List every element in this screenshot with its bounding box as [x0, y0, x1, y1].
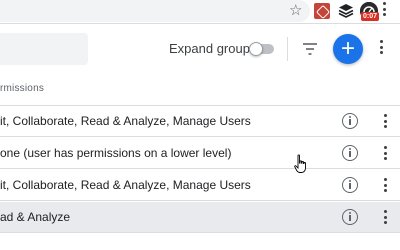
table-row[interactable]: one (user has permissions on a lower lev…: [0, 138, 400, 169]
layers-extension-icon[interactable]: [338, 3, 354, 19]
row-more-icon[interactable]: [384, 146, 388, 160]
hand-cursor-icon: [294, 154, 306, 173]
info-icon[interactable]: [342, 177, 358, 193]
expand-groups-label: Expand groups: [169, 41, 257, 56]
row-more-icon[interactable]: [384, 178, 388, 192]
info-icon[interactable]: [342, 145, 358, 161]
row-permissions-text: it, Collaborate, Read & Analyze, Manage …: [0, 114, 251, 128]
plus-icon: +: [340, 35, 355, 62]
filter-icon[interactable]: [301, 40, 319, 58]
divider: [287, 37, 288, 61]
row-permissions-text: it, Collaborate, Read & Analyze, Manage …: [0, 178, 251, 192]
star-icon[interactable]: ☆: [289, 1, 302, 21]
row-more-icon[interactable]: [384, 210, 388, 224]
browser-toolbar: ☆ 0:07: [0, 0, 400, 24]
expand-groups-toggle[interactable]: [249, 42, 275, 56]
toggle-thumb: [249, 42, 263, 56]
pdf-extension-icon[interactable]: [314, 3, 330, 19]
column-header-permissions: rmissions: [0, 83, 45, 94]
more-options-icon[interactable]: [380, 40, 384, 54]
address-bar[interactable]: [0, 0, 310, 22]
extension-badge: 0:07: [361, 12, 380, 21]
browser-menu-icon[interactable]: [383, 2, 387, 16]
search-input[interactable]: [0, 33, 88, 65]
row-more-icon[interactable]: [384, 114, 388, 128]
row-permissions-text: one (user has permissions on a lower lev…: [0, 146, 232, 160]
info-icon[interactable]: [342, 113, 358, 129]
table-row-selected[interactable]: ad & Analyze: [0, 202, 400, 233]
table-row[interactable]: it, Collaborate, Read & Analyze, Manage …: [0, 170, 400, 201]
row-permissions-text: ad & Analyze: [0, 210, 71, 224]
add-button[interactable]: +: [333, 34, 363, 64]
table-row[interactable]: it, Collaborate, Read & Analyze, Manage …: [0, 106, 400, 137]
info-icon[interactable]: [342, 209, 358, 225]
